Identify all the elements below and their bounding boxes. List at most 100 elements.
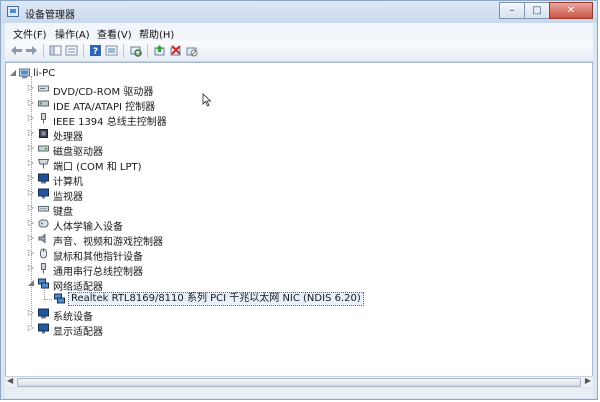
scrollbar-thumb[interactable] — [17, 378, 581, 387]
tree-item-label: 通用串行总线控制器 — [53, 267, 143, 278]
tree-item-dvd[interactable]: ▷ DVD/CD-ROM 驱动器 — [6, 82, 592, 98]
tree-item-sound[interactable]: ▷ 声音、视频和游戏控制器 — [6, 232, 592, 248]
update-driver-icon[interactable] — [153, 44, 166, 57]
scroll-right-icon[interactable]: ▶ — [585, 376, 591, 385]
maximize-button[interactable]: □ — [524, 2, 550, 19]
tree-item-label: 系统设备 — [53, 312, 93, 323]
title-bar[interactable]: 设备管理器 – □ ✕ — [1, 1, 597, 23]
device-manager-icon — [7, 6, 19, 17]
ide-controller-icon — [38, 100, 49, 107]
tree-item-display-adapters[interactable]: ▷ 显示适配器 — [6, 322, 592, 338]
tree-item-port[interactable]: ▷ 端口 (COM 和 LPT) — [6, 157, 592, 173]
expand-arrow-icon[interactable]: ▷ — [27, 98, 35, 107]
expand-arrow-icon[interactable]: ▷ — [27, 188, 35, 197]
expand-arrow-icon[interactable]: ▷ — [27, 83, 35, 92]
tree-item-processor[interactable]: ▷ 处理器 — [6, 127, 592, 143]
tree-item-disk[interactable]: ▷ 磁盘驱动器 — [6, 142, 592, 158]
tree-root-label: li-PC — [33, 68, 56, 79]
expand-arrow-icon[interactable]: ▷ — [27, 173, 35, 182]
processor-icon — [39, 129, 48, 138]
tree-item-ide[interactable]: ▷ IDE ATA/ATAPI 控制器 — [6, 97, 592, 113]
tree-item-network-adapters[interactable]: ◢ 网络适配器 — [6, 277, 592, 293]
computer-icon — [38, 173, 49, 184]
sound-icon — [38, 233, 46, 244]
tree-item-label: DVD/CD-ROM 驱动器 — [53, 87, 154, 98]
menu-bar: 文件(F) 操作(A) 查看(V) 帮助(H) — [5, 23, 593, 42]
tree-item-label: 处理器 — [53, 132, 83, 143]
hid-icon — [38, 219, 49, 228]
tree-item-label: 键盘 — [53, 207, 73, 218]
scroll-left-icon[interactable]: ◀ — [7, 376, 13, 385]
window-title: 设备管理器 — [25, 10, 75, 21]
menu-view[interactable]: 查看(V) — [97, 26, 132, 41]
tree-item-computer[interactable]: ▷ 计算机 — [6, 172, 592, 188]
selected-device-label: Realtek RTL8169/8110 系列 PCI 千兆以太网 NIC (N… — [68, 292, 364, 306]
expand-arrow-icon[interactable]: ▷ — [27, 308, 35, 317]
help-icon[interactable]: ? — [89, 44, 102, 57]
tree-item-hid[interactable]: ▷ 人体学输入设备 — [6, 217, 592, 233]
forward-arrow-icon[interactable] — [25, 44, 38, 57]
disable-icon[interactable] — [185, 44, 198, 57]
expand-arrow-icon[interactable]: ▷ — [27, 143, 35, 152]
tree-item-network-card[interactable]: Realtek RTL8169/8110 系列 PCI 千兆以太网 NIC (N… — [6, 292, 592, 306]
show-hide-tree-icon[interactable] — [49, 44, 62, 57]
tree-item-label: 计算机 — [53, 177, 83, 188]
minimize-button[interactable]: – — [499, 2, 525, 19]
monitor-icon — [38, 188, 49, 199]
expand-arrow-icon[interactable]: ▷ — [27, 128, 35, 137]
scan-hardware-icon[interactable] — [129, 44, 142, 57]
tree-item-label: 网络适配器 — [53, 282, 103, 293]
expand-arrow-icon[interactable]: ▷ — [27, 323, 35, 332]
toolbar-separator — [83, 44, 84, 58]
window-controls: – □ ✕ — [499, 2, 593, 19]
port-icon — [38, 159, 49, 169]
tree-item-label: 人体学输入设备 — [53, 222, 123, 233]
disk-drive-icon — [38, 145, 49, 152]
tree-item-mouse[interactable]: ▷ 鼠标和其他指针设备 — [6, 247, 592, 263]
menu-help[interactable]: 帮助(H) — [139, 26, 174, 41]
tree-item-ieee1394[interactable]: ▷ IEEE 1394 总线主控制器 — [6, 112, 592, 128]
tree-item-label: IDE ATA/ATAPI 控制器 — [53, 102, 156, 113]
tree-item-label: 声音、视频和游戏控制器 — [53, 237, 163, 248]
keyboard-icon — [38, 206, 49, 212]
menu-action[interactable]: 操作(A) — [55, 26, 90, 41]
status-bar — [5, 388, 593, 398]
close-button[interactable]: ✕ — [549, 2, 593, 19]
tree-item-monitor[interactable]: ▷ 监视器 — [6, 187, 592, 203]
device-tree-pane[interactable]: ◢ li-PC ▷ DVD/CD-ROM 驱动器 ▷ IDE ATA/ATAPI… — [5, 62, 593, 377]
tree-item-label: 鼠标和其他指针设备 — [53, 252, 143, 263]
device-manager-window: 设备管理器 – □ ✕ 文件(F) 操作(A) 查看(V) 帮助(H) ? ◢ … — [0, 0, 598, 400]
usb-icon — [41, 263, 46, 274]
computer-icon — [19, 68, 30, 79]
display-adapter-icon — [38, 323, 49, 334]
properties-icon[interactable] — [65, 44, 78, 57]
expand-arrow-icon[interactable]: ▷ — [27, 248, 35, 257]
system-device-icon — [38, 308, 49, 319]
tree-item-system-devices[interactable]: ▷ 系统设备 — [6, 307, 592, 323]
collapse-arrow-icon[interactable]: ◢ — [9, 68, 17, 77]
show-view-icon[interactable] — [105, 44, 118, 57]
expand-arrow-icon[interactable]: ▷ — [27, 263, 35, 272]
uninstall-icon[interactable] — [169, 44, 182, 57]
tree-item-label: 监视器 — [53, 192, 83, 203]
mouse-pointer-icon — [202, 93, 212, 107]
tree-item-label: 显示适配器 — [53, 327, 103, 338]
expand-arrow-icon[interactable]: ▷ — [27, 203, 35, 212]
network-adapter-icon — [38, 278, 49, 289]
tree-item-label: 磁盘驱动器 — [53, 147, 103, 158]
expand-arrow-icon[interactable]: ▷ — [27, 233, 35, 242]
svg-text:?: ? — [93, 47, 98, 57]
menu-file[interactable]: 文件(F) — [13, 26, 47, 41]
expand-arrow-icon[interactable]: ▷ — [27, 113, 35, 122]
toolbar-separator — [123, 44, 124, 58]
expand-arrow-icon[interactable]: ▷ — [27, 158, 35, 167]
tree-item-usb[interactable]: ▷ 通用串行总线控制器 — [6, 262, 592, 278]
horizontal-scrollbar[interactable]: ◀ ▶ — [5, 376, 593, 387]
tree-item-keyboard[interactable]: ▷ 键盘 — [6, 202, 592, 218]
toolbar-separator — [43, 44, 44, 58]
collapse-arrow-icon[interactable]: ◢ — [27, 278, 35, 287]
tree-root[interactable]: ◢ li-PC — [6, 67, 592, 81]
tree-item-label: IEEE 1394 总线主控制器 — [53, 117, 167, 128]
expand-arrow-icon[interactable]: ▷ — [27, 218, 35, 227]
back-arrow-icon[interactable] — [10, 44, 23, 57]
